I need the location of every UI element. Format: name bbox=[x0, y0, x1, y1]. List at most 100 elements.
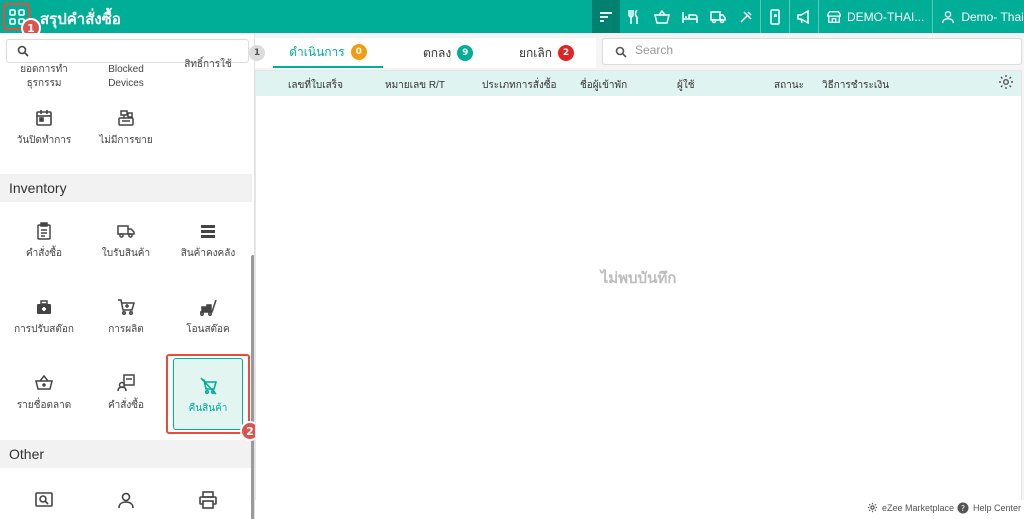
section-inventory: Inventory bbox=[0, 174, 252, 202]
property-name: DEMO-THAI... bbox=[847, 9, 925, 24]
col-guest-name[interactable]: ชื่อผู้เข้าพัก bbox=[580, 78, 627, 93]
truck-icon bbox=[117, 225, 135, 238]
calendar-icon bbox=[36, 110, 52, 126]
col-receipt-no[interactable]: เลขที่ใบเสร็จ bbox=[288, 78, 343, 93]
tile-label: การผลิต bbox=[108, 324, 144, 335]
main-content: 1 ดำเนินการ 0 ตกลง 9 ยกเลิก 2 เลขที่ใบเส… bbox=[249, 33, 1024, 519]
tab-count: 9 bbox=[457, 45, 474, 61]
col-payment-method[interactable]: วิธีการชำระเงิน bbox=[822, 78, 889, 93]
tab-count: 0 bbox=[350, 44, 367, 60]
tile-label: สิทธิ์การใช้ bbox=[184, 59, 232, 70]
orders-table: เลขที่ใบเสร็จ หมายเลข R/T ประเภทการสั่งซ… bbox=[255, 70, 1022, 518]
tab-cancelled[interactable]: ยกเลิก 2 bbox=[519, 38, 575, 68]
basket-icon bbox=[35, 374, 53, 390]
property-selector[interactable]: DEMO-THAI... bbox=[819, 0, 932, 33]
cash-register-icon bbox=[118, 110, 134, 126]
bed-icon bbox=[682, 11, 698, 23]
search-icon bbox=[615, 46, 627, 58]
trolley-icon bbox=[200, 299, 217, 316]
col-order-type[interactable]: ประเภทการสั่งซื้อ bbox=[482, 78, 557, 93]
tab-all-count: 1 bbox=[249, 45, 265, 61]
bed-button[interactable] bbox=[676, 0, 704, 33]
tile-blocked-devices[interactable]: Blocked Devices bbox=[84, 63, 168, 91]
help-icon: ? bbox=[957, 502, 969, 514]
search-input[interactable] bbox=[635, 43, 1005, 57]
tile-label: วันปิดทำการ bbox=[16, 135, 72, 146]
top-icon-bar: DEMO-THAI... Demo- Thail... bbox=[592, 0, 1024, 33]
user-menu[interactable]: Demo- Thail... bbox=[933, 0, 1024, 33]
tile-label: ไม่มีการขาย bbox=[99, 135, 153, 146]
tile-requisition[interactable]: คำสั่งซื้อ bbox=[84, 374, 168, 413]
tile-label: การปรับสต๊อก bbox=[14, 324, 74, 335]
svg-text:?: ? bbox=[961, 504, 965, 513]
page-title: สรุปคำสั่งซื้อ bbox=[40, 11, 121, 28]
clipboard-icon bbox=[37, 222, 51, 240]
store-icon bbox=[827, 10, 841, 23]
tile-other-2[interactable] bbox=[84, 491, 168, 515]
tile-production[interactable]: การผลิต bbox=[84, 298, 168, 337]
tile-label: โอนสต๊อค bbox=[186, 324, 230, 335]
tile-label: Blocked Devices bbox=[108, 64, 144, 89]
tile-purchase-order[interactable]: คำสั่งซื้อ bbox=[2, 222, 86, 261]
tile-other-1[interactable] bbox=[2, 491, 86, 515]
mobile-icon bbox=[770, 8, 780, 25]
status-tabs: 1 ดำเนินการ 0 ตกลง 9 ยกเลิก 2 bbox=[249, 38, 596, 68]
basket-button[interactable] bbox=[648, 0, 676, 33]
tile-stock-adjustment[interactable]: การปรับสต๊อก bbox=[2, 298, 86, 337]
truck-icon bbox=[710, 10, 726, 23]
col-rt-number[interactable]: หมายเลข R/T bbox=[385, 78, 445, 93]
tile-closed-days[interactable]: วันปิดทำการ bbox=[2, 109, 86, 148]
search-icon bbox=[17, 45, 29, 57]
apps-panel: ยอดการทำธุรกรรม Blocked Devices สิทธิ์กา… bbox=[0, 33, 255, 519]
mobile-button[interactable] bbox=[761, 0, 789, 33]
printer-icon bbox=[199, 491, 217, 509]
tile-label: คำสั่งซื้อ bbox=[25, 248, 63, 259]
col-user[interactable]: ผู้ใช้ bbox=[677, 78, 695, 93]
col-status[interactable]: สถานะ bbox=[774, 78, 804, 93]
search-field[interactable] bbox=[602, 38, 1022, 65]
tile-label: รายชื่อตลาด bbox=[16, 400, 72, 411]
tile-stock-transfer[interactable]: โอนสต๊อค bbox=[166, 298, 250, 337]
tools-icon bbox=[740, 10, 752, 23]
gear-icon bbox=[867, 502, 878, 513]
tile-label: ใบรับสินค้า bbox=[101, 248, 151, 259]
tile-market-list[interactable]: รายชื่อตลาด bbox=[2, 374, 86, 413]
restaurant-button[interactable] bbox=[620, 0, 648, 33]
cart-icon bbox=[118, 299, 135, 316]
truck-button[interactable] bbox=[704, 0, 732, 33]
tab-label: ตกลง bbox=[423, 45, 452, 60]
tile-other-3[interactable] bbox=[166, 491, 250, 515]
marketplace-link[interactable]: eZee Marketplace bbox=[867, 502, 954, 513]
top-bar: 1 สรุปคำสั่งซื้อ DEMO-THAI... Demo- Thai bbox=[0, 0, 1024, 38]
user-board-icon bbox=[117, 374, 135, 392]
tab-label: ดำเนินการ bbox=[289, 44, 345, 59]
tile-inventory-stock[interactable]: สินค้าคงคลัง bbox=[166, 222, 250, 261]
tile-label: คำสั่งซื้อ bbox=[107, 400, 145, 411]
help-center-label: Help Center bbox=[973, 503, 1022, 513]
tile-transactions[interactable]: ยอดการทำธุรกรรม bbox=[2, 63, 86, 91]
tools-button[interactable] bbox=[732, 0, 760, 33]
sort-button[interactable] bbox=[592, 0, 620, 33]
tile-goods-receipt[interactable]: ใบรับสินค้า bbox=[84, 222, 168, 261]
restaurant-icon bbox=[628, 8, 638, 24]
highlight-returns-tile bbox=[166, 354, 250, 434]
tab-confirmed[interactable]: ตกลง 9 bbox=[423, 38, 474, 68]
empty-state-text: ไม่พบบันทึก bbox=[600, 270, 677, 287]
marketplace-label: eZee Marketplace bbox=[882, 502, 955, 513]
megaphone-icon bbox=[797, 9, 809, 24]
user-icon bbox=[118, 492, 134, 509]
gear-icon[interactable] bbox=[998, 74, 1014, 90]
basket-icon bbox=[654, 9, 670, 24]
user-icon bbox=[942, 10, 955, 23]
tile-permissions[interactable]: สิทธิ์การใช้ bbox=[166, 57, 250, 72]
tab-in-progress[interactable]: ดำเนินการ 0 bbox=[273, 38, 383, 68]
footer: eZee Marketplace ? Help Center bbox=[255, 500, 1024, 519]
list-icon bbox=[201, 225, 215, 238]
tile-label: ยอดการทำธุรกรรม bbox=[20, 64, 68, 89]
tile-no-sale[interactable]: ไม่มีการขาย bbox=[84, 109, 168, 148]
toolbox-icon bbox=[37, 300, 51, 314]
table-header: เลขที่ใบเสร็จ หมายเลข R/T ประเภทการสั่งซ… bbox=[256, 71, 1021, 96]
tab-count: 2 bbox=[558, 45, 575, 61]
help-center-link[interactable]: ? Help Center bbox=[957, 502, 1021, 514]
megaphone-button[interactable] bbox=[790, 0, 818, 33]
